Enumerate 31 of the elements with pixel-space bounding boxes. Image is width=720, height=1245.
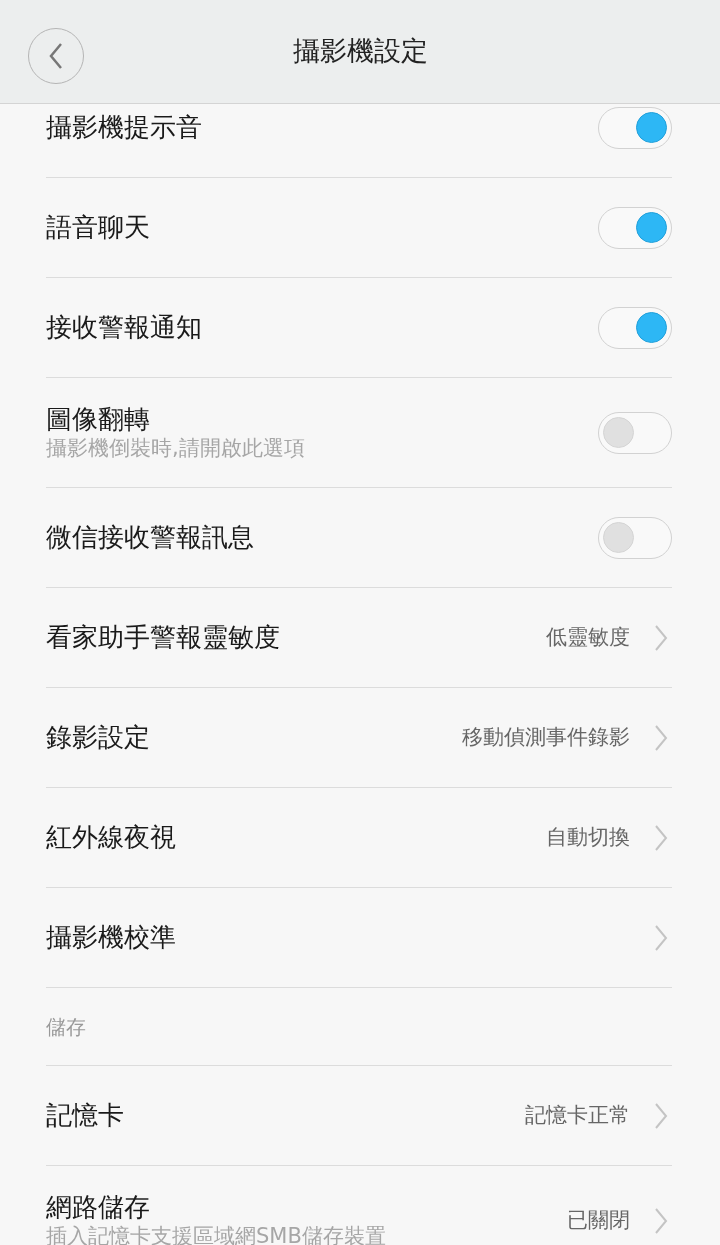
setting-value: 自動切換 [546, 823, 630, 851]
chevron-right-icon [654, 1206, 668, 1235]
toggle-switch[interactable] [598, 206, 672, 249]
setting-value: 記憶卡正常 [525, 1101, 630, 1129]
setting-label: 網路儲存 [46, 1190, 151, 1224]
toggle-switch[interactable] [598, 411, 672, 454]
setting-value: 已關閉 [567, 1206, 630, 1234]
setting-label: 微信接收警報訊息 [46, 521, 255, 554]
chevron-right-icon [654, 723, 668, 752]
chevron-right-icon [654, 1101, 668, 1130]
toggle-switch[interactable] [598, 516, 672, 559]
back-icon [48, 42, 64, 70]
setting-label: 紅外線夜視 [46, 821, 177, 854]
setting-label: 錄影設定 [46, 721, 151, 754]
toggle-switch[interactable] [598, 106, 672, 149]
setting-label: 語音聊天 [46, 211, 151, 244]
setting-label: 攝影機提示音 [46, 111, 203, 144]
setting-label: 攝影機校準 [46, 921, 177, 954]
setting-description: 攝影機倒裝時,請開啟此選項 [46, 435, 306, 463]
setting-value: 移動偵測事件錄影 [462, 723, 630, 751]
setting-label: 記憶卡 [46, 1099, 125, 1132]
chevron-right-icon [654, 823, 668, 852]
setting-value: 低靈敏度 [546, 623, 630, 651]
section-header: 儲存 [46, 1013, 86, 1041]
setting-label: 看家助手警報靈敏度 [46, 621, 281, 654]
chevron-right-icon [654, 623, 668, 652]
page-title: 攝影機設定 [292, 34, 428, 69]
chevron-right-icon [654, 923, 668, 952]
setting-label: 圖像翻轉 [46, 402, 151, 436]
toggle-switch[interactable] [598, 306, 672, 349]
setting-label: 接收警報通知 [46, 311, 203, 344]
